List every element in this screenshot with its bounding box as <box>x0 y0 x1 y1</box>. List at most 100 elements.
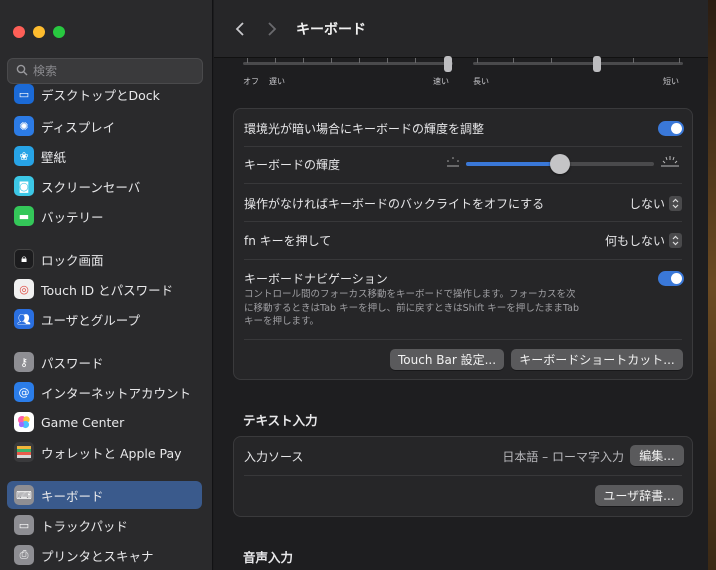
sidebar-item-internet-accounts[interactable]: @ インターネットアカウント <box>7 378 202 406</box>
fn-key-label: fn キーを押して <box>244 233 332 248</box>
window-controls <box>13 26 65 38</box>
divider <box>244 183 682 184</box>
edit-input-sources-button[interactable]: 編集... <box>630 445 684 466</box>
sidebar-item-touch-id[interactable]: ◎ Touch ID とパスワード <box>7 275 202 303</box>
fingerprint-icon: ◎ <box>14 279 34 299</box>
search-input[interactable] <box>33 64 193 78</box>
input-source-value: 日本語 – ローマ字入力 <box>502 449 624 464</box>
sidebar-item-label: ユーザとグループ <box>41 312 141 328</box>
sidebar-item-printers[interactable]: ⎙ プリンタとスキャナ <box>7 541 202 569</box>
desktop-dock-icon: ▭ <box>14 84 34 104</box>
sidebar-item-label: インターネットアカウント <box>41 385 192 401</box>
sidebar-item-label: トラックパッド <box>41 518 128 534</box>
backlight-off-popup[interactable]: しない <box>629 195 682 212</box>
backlight-off-row: 操作がなければキーボードのバックライトをオフにする しない <box>234 192 694 214</box>
desktop-background-edge <box>708 0 716 570</box>
brightness-slider[interactable] <box>466 154 654 174</box>
updown-chevron-icon <box>669 232 682 248</box>
auto-brightness-toggle[interactable] <box>658 120 684 136</box>
slider-label-fast: 速い <box>433 77 449 86</box>
keyboard-navigation-label: キーボードナビゲーション <box>244 271 388 286</box>
fn-key-value: 何もしない <box>604 233 665 248</box>
auto-brightness-label: 環境光が暗い場合にキーボードの輝度を調整 <box>244 121 485 136</box>
sidebar-item-users[interactable]: 👥︎ ユーザとグループ <box>7 305 202 333</box>
users-icon: 👥︎ <box>14 309 34 329</box>
slider-tick <box>359 58 360 63</box>
slider-tick <box>679 58 680 63</box>
search-icon <box>16 64 28 79</box>
sidebar-item-wallpaper[interactable]: ❀ 壁紙 <box>7 142 202 170</box>
sidebar-item-label: Touch ID とパスワード <box>41 282 174 298</box>
sidebar-item-label: 壁紙 <box>41 149 67 165</box>
sidebar-item-label: ディスプレイ <box>41 119 116 135</box>
voice-input-heading: 音声入力 <box>243 550 294 565</box>
brightness-label: キーボードの輝度 <box>244 157 341 172</box>
text-input-card: 入力ソース 日本語 – ローマ字入力 編集... ユーザ辞書... <box>233 436 693 517</box>
divider <box>244 259 682 260</box>
wallet-icon <box>14 442 34 462</box>
divider <box>244 339 682 340</box>
sidebar-item-label: キーボード <box>41 488 104 504</box>
search-field[interactable] <box>7 58 203 84</box>
keyboard-navigation-toggle[interactable] <box>658 270 684 286</box>
sidebar-item-game-center[interactable]: Game Center <box>7 408 202 436</box>
key-repeat-knob[interactable] <box>444 56 452 72</box>
slider-tick <box>387 58 388 63</box>
zoom-window-button[interactable] <box>53 26 65 38</box>
auto-brightness-row: 環境光が暗い場合にキーボードの輝度を調整 <box>234 117 694 139</box>
forward-button[interactable] <box>262 19 282 39</box>
sidebar-item-keyboard[interactable]: ⌨ キーボード <box>7 481 202 509</box>
chevron-right-icon <box>268 21 277 36</box>
touch-bar-settings-button[interactable]: Touch Bar 設定... <box>390 349 504 370</box>
at-icon: @ <box>14 382 34 402</box>
back-button[interactable] <box>230 19 250 39</box>
divider <box>244 475 682 476</box>
brightness-knob[interactable] <box>550 154 570 174</box>
wallpaper-icon: ❀ <box>14 146 34 166</box>
close-window-button[interactable] <box>13 26 25 38</box>
key-icon: ⚷ <box>14 352 34 372</box>
sidebar-item-label: スクリーンセーバ <box>41 179 141 195</box>
sidebar-item-desktop-dock[interactable]: ▭ デスクトップとDock <box>7 82 202 106</box>
sidebar-item-wallet[interactable]: ウォレットと Apple Pay <box>7 438 202 466</box>
fn-key-row: fn キーを押して 何もしない <box>234 229 694 251</box>
toolbar: キーボード <box>214 0 716 58</box>
sidebar-item-label: ウォレットと Apple Pay <box>41 445 182 461</box>
slider-label-long: 長い <box>473 77 489 86</box>
slider-tick <box>303 58 304 63</box>
sidebar-item-screensaver[interactable]: ◙ スクリーンセーバ <box>7 172 202 200</box>
keyboard-navigation-row: キーボードナビゲーション <box>234 267 694 289</box>
description-line: コントロール間のフォーカス移動をキーボードで操作します。フォーカスを次 <box>244 289 576 300</box>
trackpad-icon: ▭ <box>14 515 34 535</box>
minimize-window-button[interactable] <box>33 26 45 38</box>
delay-track[interactable] <box>473 62 683 65</box>
backlight-off-label: 操作がなければキーボードのバックライトをオフにする <box>244 196 545 211</box>
slider-tick <box>415 58 416 63</box>
main-pane: キーボード オフ 遅い 速い 長い 短い 環境光が暗い場合にキーボードの輝度を調… <box>214 0 716 570</box>
slider-tick <box>247 58 248 63</box>
slider-tick <box>275 58 276 63</box>
sidebar-item-label: パスワード <box>41 355 104 371</box>
slider-label-short: 短い <box>663 77 679 86</box>
sidebar-item-trackpad[interactable]: ▭ トラックパッド <box>7 511 202 539</box>
user-dictionary-button[interactable]: ユーザ辞書... <box>595 485 683 506</box>
sidebar-item-lock-screen[interactable]: 🔒︎ ロック画面 <box>7 245 202 273</box>
sidebar-item-label: ロック画面 <box>41 252 104 268</box>
fn-key-popup[interactable]: 何もしない <box>605 232 682 249</box>
input-source-label: 入力ソース <box>244 449 304 464</box>
lock-icon: 🔒︎ <box>14 249 34 269</box>
slider-label-off: オフ <box>243 77 259 86</box>
screensaver-icon: ◙ <box>14 176 34 196</box>
keyboard-navigation-description: コントロール間のフォーカス移動をキーボードで操作します。フォーカスを次 に移動す… <box>244 288 579 329</box>
page-title: キーボード <box>296 21 366 38</box>
sidebar-item-display[interactable]: ✺ ディスプレイ <box>7 112 202 140</box>
sidebar: ▭ デスクトップとDock ✺ ディスプレイ ❀ 壁紙 ◙ スクリーンセーバ ▬… <box>0 0 213 570</box>
sidebar-item-battery[interactable]: ▬ バッテリー <box>7 202 202 230</box>
input-source-row: 入力ソース 日本語 – ローマ字入力 編集... <box>234 445 694 467</box>
backlight-off-value: しない <box>628 196 665 211</box>
delay-knob[interactable] <box>593 56 601 72</box>
sidebar-item-passwords[interactable]: ⚷ パスワード <box>7 348 202 376</box>
brightness-low-icon <box>444 155 462 172</box>
slider-tick <box>633 58 634 63</box>
keyboard-shortcuts-button[interactable]: キーボードショートカット... <box>511 349 683 370</box>
